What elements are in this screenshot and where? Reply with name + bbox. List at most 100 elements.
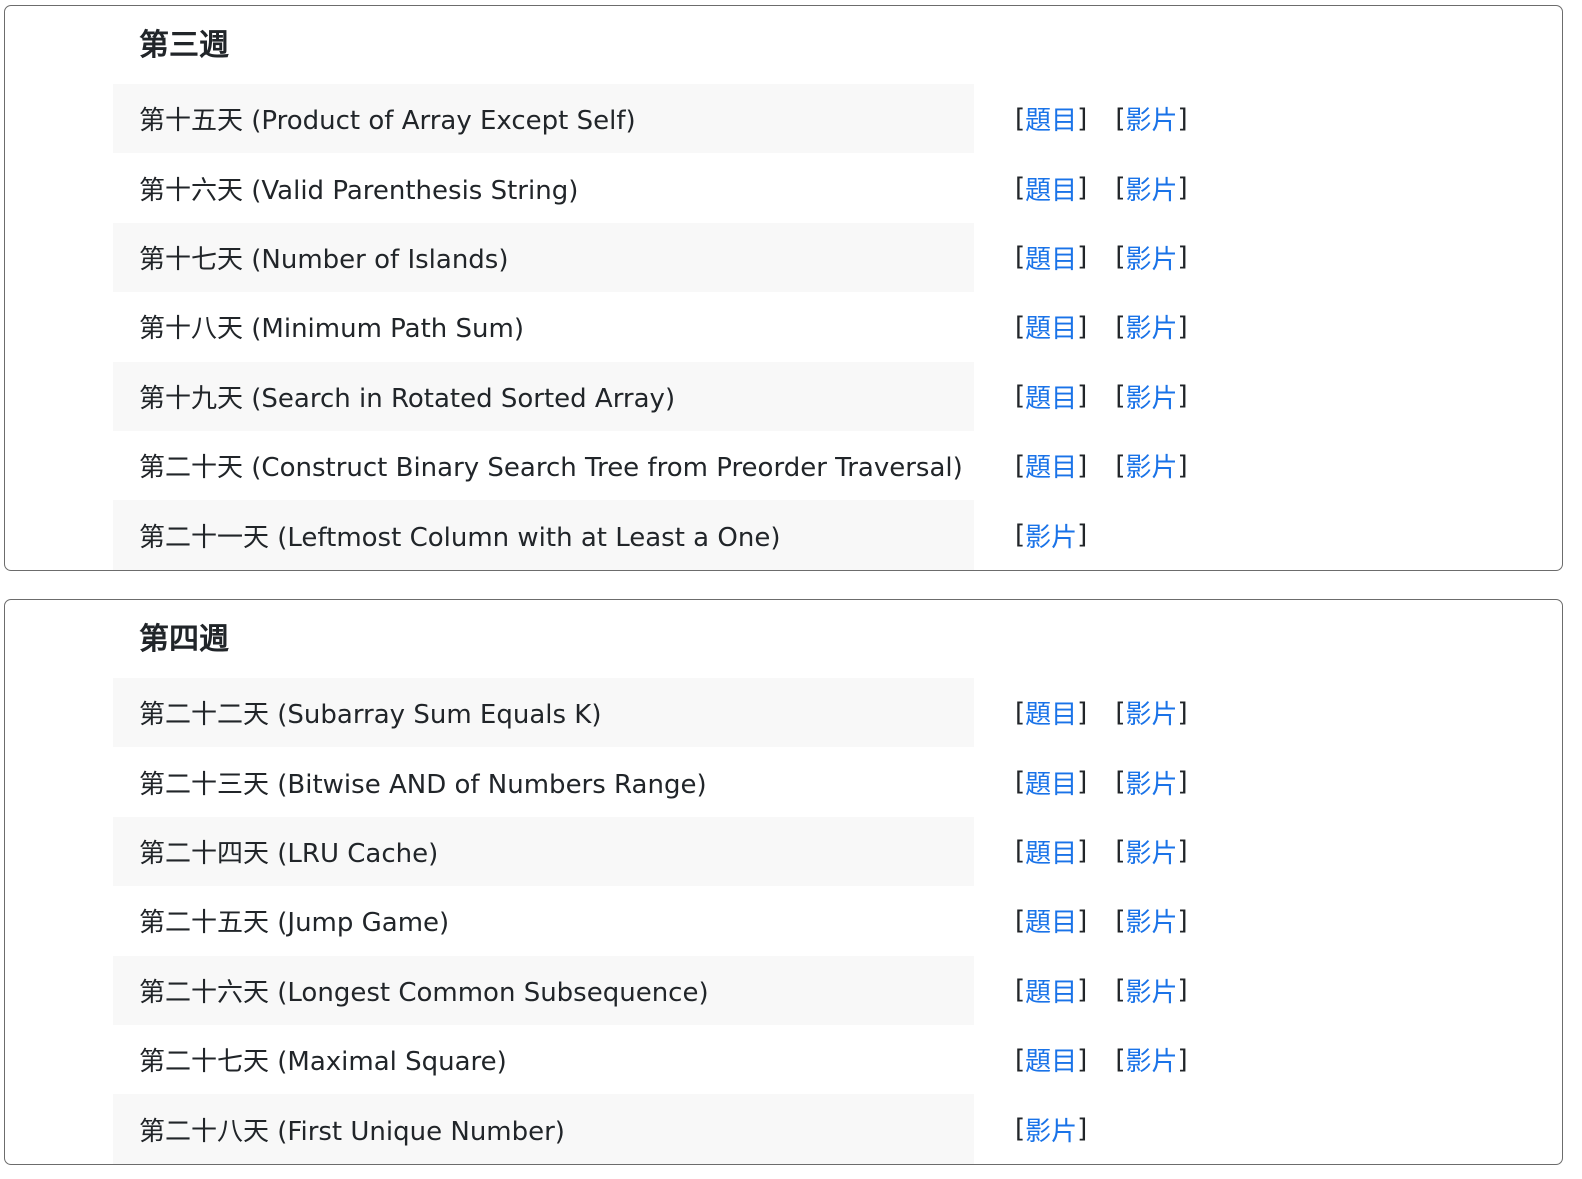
day-links: [題目][影片]	[1015, 362, 1216, 431]
problem-link[interactable]: 題目	[1025, 170, 1077, 207]
day-label: 第十七天 (Number of Islands)	[113, 222, 974, 293]
close-bracket: ]	[1077, 103, 1088, 134]
close-bracket: ]	[1177, 905, 1188, 936]
video-link[interactable]: 影片	[1125, 100, 1177, 137]
problem-link-group: [題目]	[1015, 694, 1087, 731]
day-list: 第二十二天 (Subarray Sum Equals K)[題目][影片] 第二十…	[113, 678, 1313, 1164]
open-bracket: [	[1015, 520, 1026, 551]
open-bracket: [	[1015, 1114, 1026, 1145]
open-bracket: [	[1115, 767, 1126, 798]
video-link[interactable]: 影片	[1125, 1041, 1177, 1078]
open-bracket: [	[1015, 1044, 1026, 1075]
problem-link-group: [題目]	[1015, 833, 1087, 870]
week-title: 第四週	[139, 622, 229, 657]
day-label: 第二十六天 (Longest Common Subsequence)	[113, 955, 974, 1025]
day-label: 第十九天 (Search in Rotated Sorted Array)	[113, 361, 974, 431]
day-links: [題目][影片]	[1015, 817, 1216, 886]
day-row: 第二十二天 (Subarray Sum Equals K) [題目] [影片]	[113, 678, 1313, 748]
open-bracket: [	[1115, 103, 1126, 134]
video-link-group: [影片]	[1115, 1041, 1187, 1078]
open-bracket: [	[1015, 767, 1026, 798]
day-label: 第十五天 (Product of Array Except Self)	[113, 84, 974, 154]
open-bracket: [	[1015, 697, 1026, 728]
problem-link-group: [題目]	[1015, 447, 1087, 484]
day-row: 第二十三天 (Bitwise AND of Numbers Range)[題目]…	[113, 747, 1313, 816]
day-row: 第十九天 (Search in Rotated Sorted Array)[題目…	[113, 361, 1313, 431]
video-link[interactable]: 影片	[1125, 308, 1177, 345]
video-link-group: [影片]	[1115, 100, 1187, 137]
problem-link[interactable]: 題目	[1025, 694, 1077, 731]
day-label: 第二十二天 (Subarray Sum Equals K)	[113, 678, 974, 748]
problem-link-group: [題目]	[1015, 170, 1087, 207]
video-link[interactable]: 影片	[1125, 972, 1177, 1009]
problem-link[interactable]: 題目	[1025, 902, 1077, 939]
problem-link-group: [題目]	[1015, 902, 1087, 939]
video-link-group: [影片]	[1115, 694, 1187, 731]
video-link[interactable]: 影片	[1125, 170, 1177, 207]
day-label: 第二十五天 (Jump Game)	[139, 908, 450, 939]
problem-link[interactable]: 題目	[1025, 100, 1077, 137]
day-links: [題目][影片]	[1015, 84, 1216, 153]
open-bracket: [	[1115, 242, 1126, 273]
day-links: [題目][影片]	[1015, 153, 1216, 222]
open-bracket: [	[1115, 975, 1126, 1006]
day-row: 第二十七天 (Maximal Square) [題目][影片]	[113, 1025, 1313, 1094]
close-bracket: ]	[1077, 242, 1088, 273]
close-bracket: ]	[1177, 103, 1188, 134]
video-link[interactable]: 影片	[1125, 833, 1177, 870]
video-link-group: [影片]	[1115, 308, 1187, 345]
day-list: 第十五天 (Product of Array Except Self)[題目][…	[113, 84, 1313, 570]
video-link[interactable]: 影片	[1125, 239, 1177, 276]
problem-link[interactable]: 題目	[1025, 972, 1077, 1009]
video-link-group: [影片]	[1115, 239, 1187, 276]
close-bracket: ]	[1077, 173, 1088, 204]
day-links: [題目][影片]	[1015, 747, 1216, 816]
video-link[interactable]: 影片	[1125, 764, 1177, 801]
open-bracket: [	[1115, 173, 1126, 204]
close-bracket: ]	[1077, 381, 1088, 412]
day-row: 第十八天 (Minimum Path Sum)[題目][影片]	[113, 292, 1313, 361]
video-link[interactable]: 影片	[1125, 694, 1177, 731]
video-link-group: [影片]	[1115, 447, 1187, 484]
day-links: [題目][影片]	[1015, 956, 1216, 1025]
open-bracket: [	[1015, 173, 1026, 204]
open-bracket: [	[1015, 381, 1026, 412]
problem-link[interactable]: 題目	[1025, 833, 1077, 870]
day-row: 第二十五天 (Jump Game) [題目][ 影片]	[113, 886, 1313, 955]
day-row: 第十七天 (Number of Islands)[題目][影片]	[113, 222, 1313, 293]
open-bracket: [	[1115, 311, 1126, 342]
problem-link-group: [題目]	[1015, 972, 1087, 1009]
video-link-group: [影片]	[1115, 764, 1187, 801]
video-link-group: [影片]	[1115, 378, 1187, 415]
close-bracket: ]	[1177, 836, 1188, 867]
close-bracket: ]	[1177, 1044, 1188, 1075]
close-bracket: ]	[1077, 975, 1088, 1006]
problem-link[interactable]: 題目	[1025, 1041, 1077, 1078]
problem-link[interactable]: 題目	[1025, 447, 1077, 484]
problem-link[interactable]: 題目	[1025, 764, 1077, 801]
video-link[interactable]: 影片	[1025, 1111, 1077, 1148]
day-row: 第十五天 (Product of Array Except Self)[題目][…	[113, 84, 1313, 154]
video-link[interactable]: 影片	[1025, 517, 1077, 554]
video-link-group: [影片]	[1115, 833, 1187, 870]
day-links: [題目][影片]	[1015, 223, 1216, 292]
video-link[interactable]: 影片	[1125, 902, 1177, 939]
open-bracket: [	[1015, 905, 1026, 936]
day-label: 第二十七天 (Maximal Square)	[139, 1047, 507, 1078]
video-link[interactable]: 影片	[1125, 447, 1177, 484]
open-bracket: [	[1115, 381, 1126, 412]
problem-link-group: [題目]	[1015, 378, 1087, 415]
problem-link[interactable]: 題目	[1025, 239, 1077, 276]
problem-link[interactable]: 題目	[1025, 308, 1077, 345]
close-bracket: ]	[1077, 1114, 1088, 1145]
close-bracket: ]	[1177, 242, 1188, 273]
problem-link[interactable]: 題目	[1025, 378, 1077, 415]
day-links: [影片]	[1015, 500, 1115, 569]
open-bracket: [	[1015, 836, 1026, 867]
day-row: 第二十天 (Construct Binary Search Tree from …	[113, 431, 1313, 500]
close-bracket: ]	[1077, 311, 1088, 342]
video-link[interactable]: 影片	[1125, 378, 1177, 415]
day-row: 第二十八天 (First Unique Number) [影片]	[113, 1094, 1313, 1164]
open-bracket: [	[1015, 975, 1026, 1006]
day-links: [ 題目] [影片]	[1015, 292, 1216, 361]
